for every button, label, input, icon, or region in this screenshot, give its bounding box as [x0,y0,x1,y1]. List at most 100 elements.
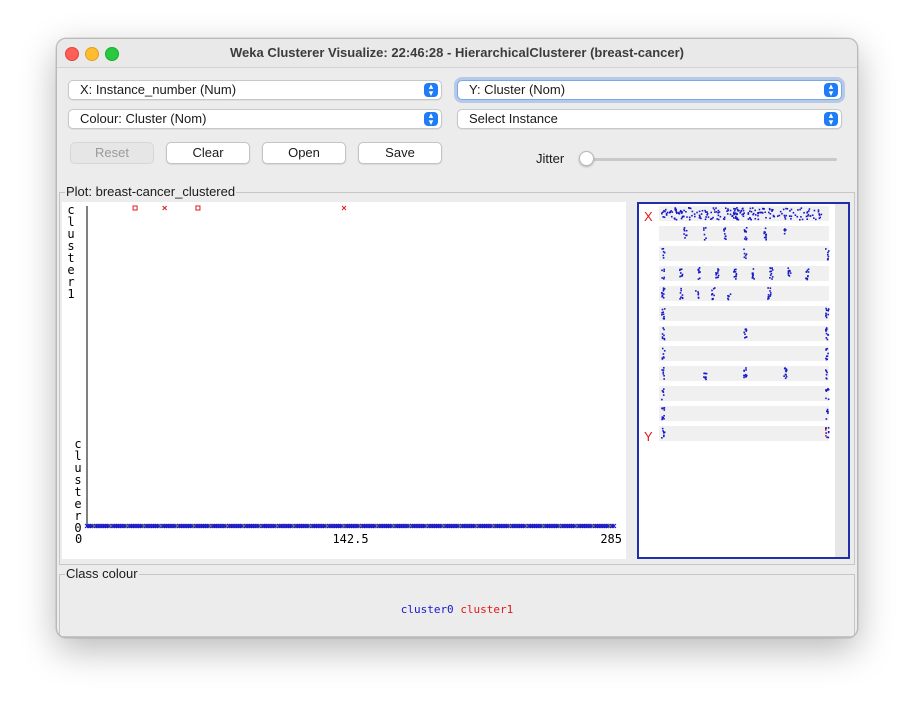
bar-point [827,436,830,439]
bar-point [661,347,664,350]
clear-button[interactable]: Clear [166,142,250,164]
y-axis-select[interactable]: Y: Cluster (Nom) ▴ ▾ [457,80,842,100]
cluster1-point[interactable] [341,205,347,211]
bar-point [717,214,720,217]
bar-point [752,272,754,275]
scatter-plot-area[interactable]: c l u s t e r 1 c l u s t e r 0 0 142.5 285 [62,202,626,559]
bar-point [825,307,827,310]
attribute-bar-bg [659,286,829,301]
attribute-bar-bg [659,406,829,421]
attribute-bar-bg [659,366,829,381]
legend-item-cluster0[interactable]: cluster0 [401,603,454,616]
cluster1-point[interactable] [195,205,201,211]
bar-point [786,208,789,210]
bars-scrollbar[interactable] [835,204,848,557]
bar-point [819,216,822,219]
bar-point [750,210,753,213]
attribute-bar-row[interactable] [659,286,829,301]
attribute-bars[interactable]: XY [639,204,848,557]
bar-point [661,313,663,316]
attribute-bar-row[interactable] [659,226,829,241]
bar-point [744,336,746,339]
attribute-bar-bg [659,386,829,401]
bar-point [785,207,787,210]
bar-point [750,218,752,221]
bar-point [806,211,809,213]
attribute-bar-row[interactable] [659,266,829,281]
bar-point [787,267,790,269]
bar-point [825,369,827,371]
bar-point [787,270,790,272]
bar-point [724,227,727,229]
reset-button[interactable]: Reset [70,142,154,164]
cluster0-points[interactable] [84,523,617,529]
jitter-slider-thumb[interactable] [579,151,594,166]
attribute-bars-panel[interactable]: XY [637,202,850,559]
scatter-plot[interactable]: cluster1 cluster00 142.5 285 [62,202,626,559]
bar-point [789,272,792,274]
attribute-bar-row[interactable] [659,386,830,401]
bar-point [742,209,745,212]
bar-point [681,296,684,299]
bar-point [733,276,736,278]
bar-point [765,216,767,219]
jitter-slider-track[interactable] [587,158,837,161]
bar-point [663,334,665,337]
bar-point [813,209,816,212]
bar-point [769,208,771,211]
x-axis-select[interactable]: X: Instance_number (Num) ▴ ▾ [68,80,442,100]
bar-point [711,293,714,295]
bar-point [663,209,665,212]
bar-point [727,298,730,301]
bar-point [662,394,665,396]
bar-point [815,218,817,221]
x-marker: X [644,209,653,224]
attribute-bar-bg [659,266,829,281]
bar-point [661,277,663,279]
cluster1-point[interactable] [162,205,168,211]
attribute-bar-row[interactable] [659,366,829,381]
bar-point [785,214,788,217]
bar-point [783,375,785,377]
attribute-bar-row[interactable] [659,426,830,441]
bar-point [825,348,827,350]
bar-point [825,373,828,376]
bar-point [663,349,666,352]
bar-point [769,290,771,292]
attribute-bar-row[interactable] [659,326,830,341]
colour-select[interactable]: Colour: Cluster (Nom) ▴ ▾ [68,109,442,129]
bar-point [733,213,736,216]
bar-point [745,257,747,260]
cluster1-point[interactable] [132,205,138,211]
attribute-bar-row[interactable] [659,306,830,321]
x-tick-label: 0 [75,532,82,546]
bar-point [825,397,827,400]
bar-point [663,432,665,434]
open-button[interactable]: Open [262,142,346,164]
bar-point [707,216,710,218]
bar-point [691,214,693,217]
save-button[interactable]: Save [358,142,442,164]
bar-point [734,217,737,219]
x-tick-label: 142.5 [332,532,368,546]
legend-item-cluster1[interactable]: cluster1 [460,603,513,616]
attribute-bar-row[interactable] [659,406,829,421]
bar-point [827,313,830,316]
bar-point [803,211,805,214]
bar-point [734,209,736,212]
bar-point [661,333,664,335]
bar-point [789,270,791,272]
bar-point [758,208,761,211]
bar-point [705,216,707,218]
bar-point [735,268,737,271]
bar-point [757,218,760,221]
bar-point [827,334,829,336]
select-instance-select[interactable]: Select Instance ▴ ▾ [457,109,842,129]
bar-point [737,218,740,221]
bar-point [765,235,767,237]
bar-point [825,332,828,335]
attribute-bar-row[interactable] [659,246,830,261]
bar-point [704,218,707,221]
attribute-bar-row[interactable] [659,346,829,361]
attribute-bar-row[interactable] [659,206,829,221]
